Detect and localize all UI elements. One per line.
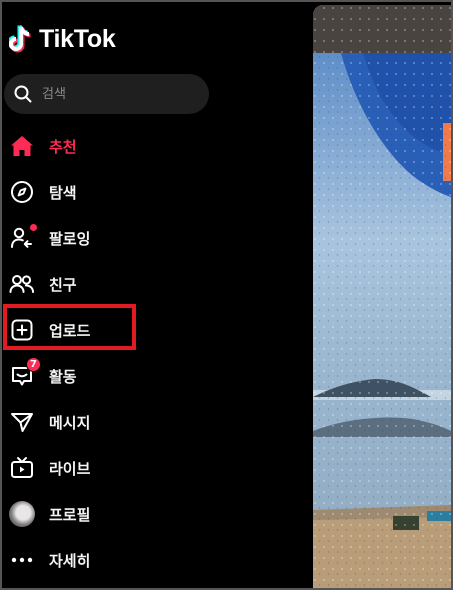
sidebar-item-label: 프로필 xyxy=(49,505,91,524)
sidebar-item-label: 활동 xyxy=(49,367,77,386)
more-icon xyxy=(9,547,35,573)
sidebar-item-more[interactable]: 자세히 xyxy=(0,537,300,583)
notification-dot xyxy=(30,224,37,231)
sidebar-item-messages[interactable]: 메시지 xyxy=(0,399,300,445)
activity-icon: 7 xyxy=(9,357,41,389)
sidebar-item-explore[interactable]: 탐색 xyxy=(0,169,300,215)
sidebar-item-activity[interactable]: 7 활동 xyxy=(0,353,300,399)
sidebar-item-for-you[interactable]: 추천 xyxy=(0,123,300,169)
sidebar-nav: 추천 탐색 팔로잉 친구 업로드 7 활동 메시지 라이브 프로필 자세히 xyxy=(0,123,300,583)
sidebar-item-label: 라이브 xyxy=(49,459,91,478)
sidebar-item-label: 팔로잉 xyxy=(49,229,91,248)
compass-icon xyxy=(9,179,35,205)
video-player[interactable] xyxy=(313,5,451,588)
tiktok-logo-icon xyxy=(9,24,31,53)
sidebar-item-following[interactable]: 팔로잉 xyxy=(0,215,300,261)
search-input[interactable] xyxy=(40,85,194,103)
message-icon xyxy=(9,409,35,435)
home-icon xyxy=(9,133,35,159)
activity-count-badge: 7 xyxy=(26,357,41,372)
sidebar-item-profile[interactable]: 프로필 xyxy=(0,491,300,537)
sidebar-item-label: 메시지 xyxy=(49,413,91,432)
sidebar-item-label: 자세히 xyxy=(49,551,91,570)
sidebar-item-label: 추천 xyxy=(49,137,77,156)
profile-avatar-image xyxy=(9,501,35,527)
following-icon xyxy=(9,224,37,251)
search-bar[interactable] xyxy=(4,74,209,114)
avatar xyxy=(9,501,35,527)
tiktok-logo[interactable]: TikTok xyxy=(9,22,116,56)
sidebar-item-label: 친구 xyxy=(49,275,77,294)
sidebar-item-live[interactable]: 라이브 xyxy=(0,445,300,491)
upload-highlight-box xyxy=(3,304,136,350)
sidebar-item-friends[interactable]: 친구 xyxy=(0,261,300,307)
friends-icon xyxy=(9,271,35,297)
tiktok-wordmark: TikTok xyxy=(39,24,116,53)
live-icon xyxy=(9,455,35,481)
video-frame-image xyxy=(313,5,451,588)
sidebar-item-label: 탐색 xyxy=(49,183,77,202)
search-icon xyxy=(14,85,32,103)
